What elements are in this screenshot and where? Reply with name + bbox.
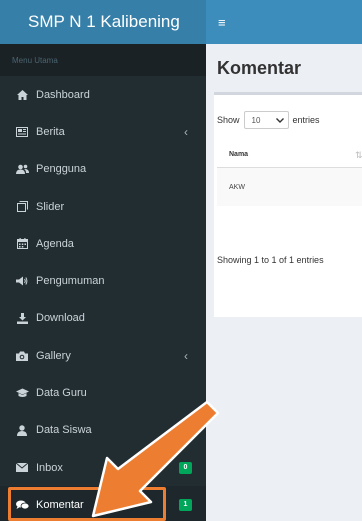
sidebar-item-agenda[interactable]: Agenda xyxy=(0,225,206,262)
sidebar-item-label: Download xyxy=(36,312,85,325)
sidebar-item-label: Slider xyxy=(36,200,65,213)
sidebar-item-label: Pengguna xyxy=(36,163,87,176)
app-logo[interactable]: SMP N 1 Kalibening xyxy=(0,0,206,44)
home-icon xyxy=(14,89,30,100)
download-icon xyxy=(14,312,30,324)
datatable-box: Show 10 entries Nama ⇅ AKW Showing 1 to … xyxy=(214,92,362,317)
sidebar-item-pengguna[interactable]: Pengguna xyxy=(0,151,206,188)
table-cell-nama: AKW xyxy=(229,184,245,191)
length-menu: Show 10 entries xyxy=(217,111,320,129)
sidebar-item-label: Data Siswa xyxy=(36,424,92,437)
main-content: Komentar Show 10 entries Nama ⇅ AKW Show… xyxy=(206,44,362,521)
chevron-left-icon: ‹ xyxy=(184,348,188,363)
calendar-icon xyxy=(14,238,30,250)
column-header-nama[interactable]: Nama xyxy=(229,151,248,158)
sidebar-item-label: Gallery xyxy=(36,349,71,362)
slider-icon xyxy=(14,201,30,213)
sidebar-item-label: Agenda xyxy=(36,237,74,250)
highlight-box xyxy=(8,487,166,521)
user-icon xyxy=(14,425,30,436)
top-navbar: ≡ xyxy=(206,0,362,44)
sidebar-item-download[interactable]: Download xyxy=(0,300,206,337)
komentar-count-badge: 1 xyxy=(179,498,192,511)
megaphone-icon xyxy=(14,276,30,286)
sidebar-item-gallery[interactable]: Gallery ‹ xyxy=(0,337,206,374)
sidebar-toggle-icon[interactable]: ≡ xyxy=(218,15,226,30)
table-info: Showing 1 to 1 of 1 entries xyxy=(217,255,324,265)
newspaper-icon xyxy=(14,126,30,137)
sidebar-item-pengumuman[interactable]: Pengumuman xyxy=(0,262,206,299)
sidebar-item-dashboard[interactable]: Dashboard xyxy=(0,76,206,113)
graduation-cap-icon xyxy=(14,388,30,398)
chevron-down-icon xyxy=(275,116,284,125)
entries-select[interactable]: 10 xyxy=(243,111,289,129)
envelope-icon xyxy=(14,463,30,473)
sort-icon[interactable]: ⇅ xyxy=(355,150,362,161)
chevron-left-icon: ‹ xyxy=(184,124,188,139)
sidebar-item-data-siswa[interactable]: Data Siswa xyxy=(0,412,206,449)
camera-icon xyxy=(14,351,30,361)
length-menu-prefix: Show xyxy=(217,115,240,125)
sidebar-item-slider[interactable]: Slider xyxy=(0,188,206,225)
sidebar-item-label: Pengumuman xyxy=(36,275,105,288)
sidebar-item-label: Inbox xyxy=(36,461,63,474)
sidebar-item-berita[interactable]: Berita ‹ xyxy=(0,113,206,150)
sidebar-item-label: Dashboard xyxy=(36,88,90,101)
app-title: SMP N 1 Kalibening xyxy=(28,12,180,31)
users-icon xyxy=(14,164,30,175)
page-title: Komentar xyxy=(217,58,302,78)
entries-select-value: 10 xyxy=(251,115,261,125)
sidebar-item-label: Data Guru xyxy=(36,387,87,400)
length-menu-suffix: entries xyxy=(292,115,320,125)
sidebar: SMP N 1 Kalibening Menu Utama Dashboard … xyxy=(0,0,206,521)
sidebar-item-label: Berita xyxy=(36,125,65,138)
sidebar-item-data-guru[interactable]: Data Guru xyxy=(0,374,206,411)
inbox-count-badge: 0 xyxy=(179,461,192,474)
sidebar-item-inbox[interactable]: Inbox 0 xyxy=(0,449,206,486)
sidebar-menu-header: Menu Utama xyxy=(0,44,206,76)
sidebar-menu: Dashboard Berita ‹ Pengguna Slider Agend… xyxy=(0,76,206,521)
